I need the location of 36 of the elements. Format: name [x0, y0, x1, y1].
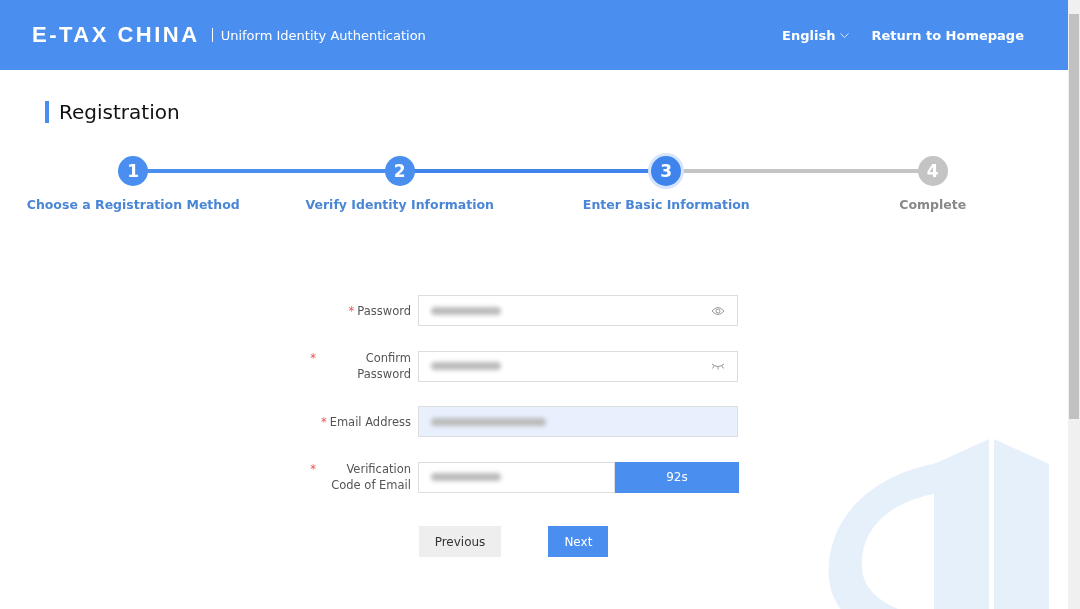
- closed-eye-icon[interactable]: [711, 362, 725, 370]
- required-asterisk: *: [310, 461, 316, 477]
- return-homepage-link[interactable]: Return to Homepage: [871, 27, 1024, 43]
- email-field[interactable]: [418, 406, 738, 437]
- field-label: Password: [357, 302, 411, 319]
- required-asterisk: *: [320, 413, 327, 430]
- header-subtitle: Uniform Identity Authentication: [220, 27, 426, 43]
- step-number: 1: [118, 156, 149, 186]
- next-button[interactable]: Next: [548, 526, 609, 557]
- step-number: 2: [384, 156, 415, 186]
- step-label: Complete: [899, 197, 967, 212]
- field-label: Confirm Password: [356, 350, 411, 382]
- page-title: Registration: [59, 100, 180, 124]
- site-logo-text: E-TAX CHINA: [32, 22, 200, 48]
- countdown-button[interactable]: 92s: [615, 461, 739, 493]
- scrollbar-thumb[interactable]: [1069, 14, 1079, 419]
- required-asterisk: *: [348, 302, 355, 319]
- chevron-down-icon: [840, 32, 850, 38]
- step-label: Enter Basic Information: [582, 197, 750, 212]
- field-label: Verification Code of Email: [330, 461, 411, 493]
- blurred-value: [431, 362, 501, 370]
- code-field[interactable]: [418, 461, 615, 493]
- step-number: 4: [917, 156, 948, 186]
- language-dropdown[interactable]: English: [782, 27, 850, 43]
- title-accent-bar: [45, 101, 49, 123]
- eye-icon[interactable]: [711, 305, 725, 316]
- step-number: 3: [651, 156, 682, 186]
- previous-button[interactable]: Previous: [418, 526, 502, 557]
- required-asterisk: *: [310, 350, 316, 366]
- step-label: Choose a Registration Method: [26, 197, 240, 212]
- step-label: Verify Identity Information: [305, 197, 494, 212]
- field-label: Email Address: [329, 413, 411, 430]
- password-field[interactable]: [418, 350, 738, 382]
- blurred-value: [431, 473, 501, 481]
- password-field[interactable]: [418, 295, 738, 326]
- blurred-value: [431, 306, 501, 315]
